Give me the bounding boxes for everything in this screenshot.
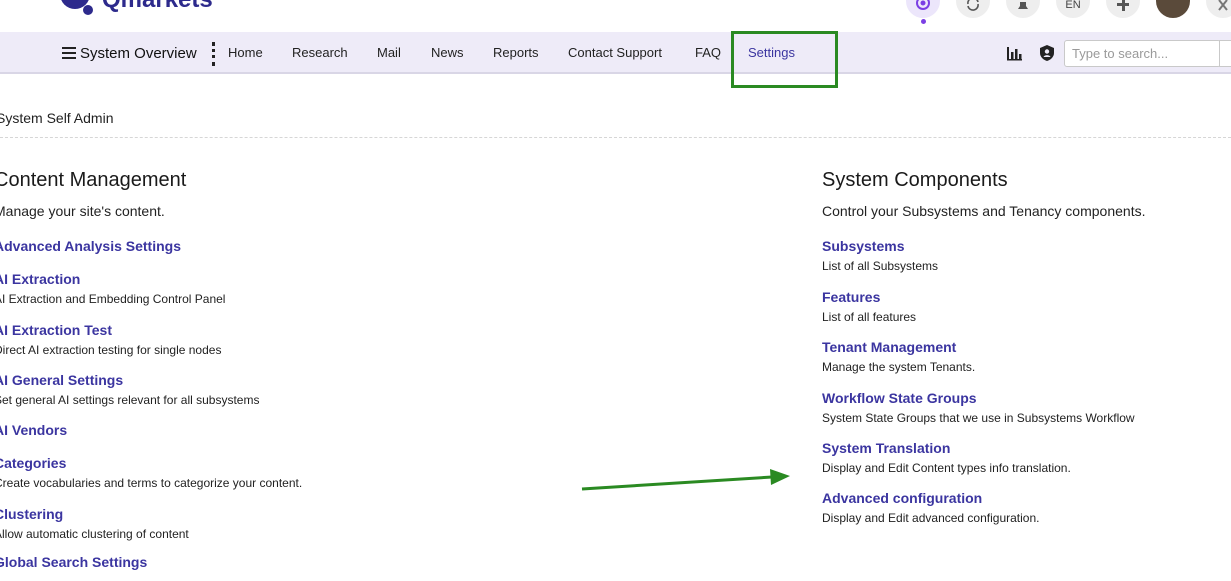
list-item: Advanced Analysis Settings — [0, 238, 181, 255]
section-title: System Components — [822, 169, 1008, 191]
list-item: Clustering Allow automatic clustering of… — [0, 506, 189, 541]
list-item: Features List of all features — [822, 289, 916, 324]
list-item: AI General Settings Set general AI setti… — [0, 372, 259, 407]
admin-link-ai-general-settings[interactable]: AI General Settings — [0, 372, 259, 389]
admin-link-features[interactable]: Features — [822, 289, 916, 306]
admin-link-ai-vendors[interactable]: AI Vendors — [0, 422, 67, 439]
plus-icon[interactable] — [1106, 0, 1140, 18]
nav-link-home[interactable]: Home — [228, 32, 263, 74]
section-description: Manage your site's content. — [0, 203, 165, 219]
ai-assistant-icon[interactable] — [906, 0, 940, 24]
bell-icon[interactable] — [1006, 0, 1040, 18]
list-item: AI Extraction Test Direct AI extraction … — [0, 322, 221, 357]
system-overview-menu[interactable]: System Overview — [62, 32, 197, 74]
list-item: Global Search Settings — [0, 554, 147, 571]
item-description: Display and Edit Content types info tran… — [822, 461, 1071, 475]
nav-link-news[interactable]: News — [431, 32, 464, 74]
avatar[interactable] — [1156, 0, 1190, 18]
logo-icon[interactable] — [58, 0, 94, 16]
bar-chart-icon[interactable] — [1005, 44, 1023, 62]
main-navbar: System Overview Home Research Mail News … — [0, 32, 1231, 74]
content-management-section: Content Management Manage your site's co… — [0, 168, 554, 570]
nav-link-contact-support[interactable]: Contact Support — [568, 32, 662, 74]
nav-link-faq[interactable]: FAQ — [695, 32, 721, 74]
item-description: Manage the system Tenants. — [822, 360, 976, 374]
admin-link-tenant-management[interactable]: Tenant Management — [822, 339, 975, 356]
language-label: EN — [1065, 0, 1081, 11]
nav-link-mail[interactable]: Mail — [377, 32, 401, 74]
list-item: Categories Create vocabularies and terms… — [0, 455, 302, 490]
item-description: Allow automatic clustering of content — [0, 527, 189, 541]
item-description: List of all Subsystems — [822, 259, 939, 273]
search-icon[interactable] — [1219, 40, 1231, 67]
admin-link-global-search-settings[interactable]: Global Search Settings — [0, 554, 147, 571]
settings-highlight-box — [731, 31, 838, 88]
hamburger-icon[interactable] — [62, 47, 76, 59]
system-overview-label: System Overview — [80, 44, 197, 62]
item-description: System State Groups that we use in Subsy… — [822, 411, 1135, 425]
admin-link-advanced-configuration[interactable]: Advanced configuration — [822, 490, 1039, 507]
item-description: Create vocabularies and terms to categor… — [0, 476, 303, 490]
admin-link-subsystems[interactable]: Subsystems — [822, 238, 938, 255]
item-description: AI Extraction and Embedding Control Pane… — [0, 292, 226, 306]
admin-link-categories[interactable]: Categories — [0, 455, 302, 472]
section-title: Content Management — [0, 169, 187, 191]
logo-text: Qmarkets — [102, 0, 213, 14]
admin-link-advanced-analysis-settings[interactable]: Advanced Analysis Settings — [0, 238, 181, 255]
user-shield-icon[interactable] — [1038, 44, 1056, 62]
page-title: System Self Admin — [0, 110, 114, 126]
list-item: Subsystems List of all Subsystems — [822, 238, 938, 273]
sync-icon[interactable] — [956, 0, 990, 18]
item-description: List of all features — [822, 310, 917, 324]
admin-link-clustering[interactable]: Clustering — [0, 506, 189, 523]
list-item: Workflow State Groups System State Group… — [822, 390, 1135, 425]
admin-link-workflow-state-groups[interactable]: Workflow State Groups — [822, 390, 1135, 407]
search-input[interactable] — [1064, 40, 1221, 67]
item-description: Direct AI extraction testing for single … — [0, 343, 222, 357]
nav-link-reports[interactable]: Reports — [493, 32, 539, 74]
section-description: Control your Subsystems and Tenancy comp… — [822, 203, 1146, 219]
list-item: AI Vendors — [0, 422, 67, 439]
list-item: Tenant Management Manage the system Tena… — [822, 339, 975, 374]
list-item: System Translation Display and Edit Cont… — [822, 440, 1071, 475]
admin-link-ai-extraction-test[interactable]: AI Extraction Test — [0, 322, 221, 339]
list-item: AI Extraction AI Extraction and Embeddin… — [0, 271, 225, 306]
item-description: Display and Edit advanced configuration. — [822, 511, 1040, 525]
nav-link-research[interactable]: Research — [292, 32, 348, 74]
list-item: Advanced configuration Display and Edit … — [822, 490, 1039, 525]
language-switcher[interactable]: EN — [1056, 0, 1090, 18]
title-divider — [0, 137, 1231, 138]
close-icon[interactable] — [1206, 0, 1231, 18]
item-description: Set general AI settings relevant for all… — [0, 393, 260, 407]
admin-link-ai-extraction[interactable]: AI Extraction — [0, 271, 225, 288]
admin-link-system-translation[interactable]: System Translation — [822, 440, 1071, 457]
system-components-section: System Components Control your Subsystem… — [822, 168, 1222, 525]
nav-divider — [212, 42, 215, 66]
top-header: Qmarkets EN — [0, 0, 1231, 32]
